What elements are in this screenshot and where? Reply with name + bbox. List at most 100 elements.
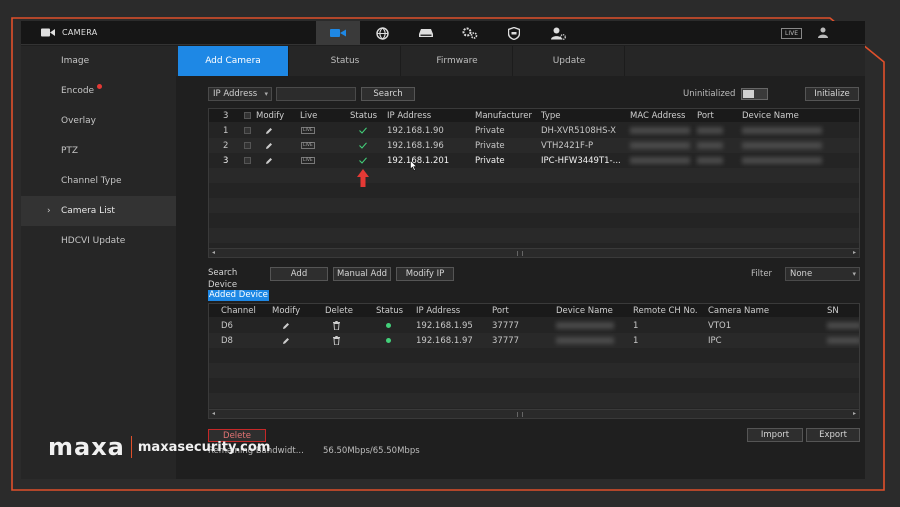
col-device-name: Device Name (556, 306, 613, 316)
live-preview-button[interactable]: LIVE (301, 142, 315, 149)
search-button[interactable]: Search (361, 87, 415, 101)
col-modify: Modify (256, 111, 285, 121)
ip-address: 192.168.1.97 (416, 336, 473, 346)
scroll-left-icon[interactable]: ◂ (212, 249, 215, 257)
table-row[interactable]: 3 LIVE 192.168.1.201 Private IPC-HFW3449… (209, 153, 859, 168)
col-device-name: Device Name (742, 111, 799, 121)
tab-update[interactable]: Update (514, 46, 625, 76)
sidebar-item-hdcvi-update[interactable]: HDCVI Update (21, 226, 176, 256)
scroll-thumb[interactable] (517, 251, 523, 256)
sidebar-item-ptz[interactable]: PTZ (21, 136, 176, 166)
sidebar-item-label: Overlay (61, 116, 96, 126)
select-all-checkbox[interactable] (244, 112, 251, 119)
found-devices-table: 3 Modify Live Status IP Address Manufact… (208, 108, 860, 258)
security-shield-icon[interactable] (492, 21, 536, 45)
empty-row (209, 363, 859, 378)
filter-value: None (790, 269, 813, 279)
result-count: 3 (223, 111, 229, 121)
account-icon[interactable] (536, 21, 580, 45)
system-settings-icon[interactable] (448, 21, 492, 45)
sidebar-item-camera-list[interactable]: › Camera List (21, 196, 176, 226)
table-row[interactable]: 2 LIVE 192.168.1.96 Private VTH2421F-P (209, 138, 859, 153)
table-row[interactable]: D8 192.168.1.97 37777 1 IPC (209, 333, 859, 348)
scroll-right-icon[interactable]: ▸ (853, 410, 856, 418)
sidebar-item-label: Encode (61, 86, 95, 96)
filter-select[interactable]: None ▾ (785, 267, 860, 281)
uninitialized-toggle[interactable] (741, 88, 768, 100)
import-button[interactable]: Import (747, 428, 803, 442)
tab-firmware[interactable]: Firmware (402, 46, 513, 76)
device-type: IPC-HFW3449T1-... (541, 156, 621, 166)
live-preview-button[interactable]: LIVE (301, 157, 315, 164)
uninitialized-label: Uninitialized (683, 89, 736, 99)
table-row[interactable]: D6 192.168.1.95 37777 1 VTO1 (209, 318, 859, 333)
edit-pencil-icon[interactable] (265, 127, 273, 135)
scroll-thumb[interactable] (517, 412, 523, 417)
tab-bar: Add Camera Status Firmware Update (176, 46, 865, 76)
search-input[interactable] (276, 87, 356, 101)
live-preview-button[interactable]: LIVE (301, 127, 315, 134)
trash-icon[interactable] (333, 336, 340, 345)
chevron-down-icon: ▾ (852, 270, 856, 278)
search-protocol-select[interactable]: IP Address ▾ (208, 87, 272, 101)
user-icon[interactable] (818, 27, 828, 38)
tab-status[interactable]: Status (290, 46, 401, 76)
redacted-port (697, 127, 723, 134)
tab-add-camera[interactable]: Add Camera (178, 46, 289, 76)
table-row[interactable]: 1 LIVE 192.168.1.90 Private DH-XVR5108HS… (209, 123, 859, 138)
redacted-device-name (556, 322, 614, 329)
sidebar-item-overlay[interactable]: Overlay (21, 106, 176, 136)
empty-row (209, 228, 859, 243)
edit-pencil-icon[interactable] (282, 337, 290, 345)
camera-name: IPC (708, 336, 722, 346)
add-button[interactable]: Add (270, 267, 328, 281)
manufacturer: Private (475, 141, 505, 151)
sidebar-item-encode[interactable]: Encode (21, 76, 176, 106)
sidebar-item-label: Image (61, 56, 90, 66)
red-arrow-annotation-icon (357, 169, 369, 187)
sidebar: Image Encode Overlay PTZ Channel Type › C… (21, 46, 176, 479)
modify-ip-button[interactable]: Modify IP (396, 267, 454, 281)
port: 37777 (492, 336, 520, 346)
storage-icon[interactable] (404, 21, 448, 45)
remaining-bandwidth-value: 56.50Mbps/65.50Mbps (323, 446, 420, 456)
table-header: 3 Modify Live Status IP Address Manufact… (209, 109, 859, 122)
row-checkbox[interactable] (244, 142, 251, 149)
device-type: VTH2421F-P (541, 141, 594, 151)
row-number: 2 (223, 141, 229, 151)
export-button[interactable]: Export (806, 428, 860, 442)
col-sn: SN (827, 306, 839, 316)
edit-pencil-icon[interactable] (265, 142, 273, 150)
row-checkbox[interactable] (244, 127, 251, 134)
horizontal-scrollbar[interactable]: ◂ ▸ (209, 409, 859, 418)
ip-address: 192.168.1.96 (387, 141, 444, 151)
initialize-button[interactable]: Initialize (805, 87, 859, 101)
manual-add-button[interactable]: Manual Add (333, 267, 391, 281)
port: 37777 (492, 321, 520, 331)
check-icon (359, 142, 367, 149)
edit-pencil-icon[interactable] (282, 322, 290, 330)
row-checkbox[interactable] (244, 157, 251, 164)
redacted-sn (827, 322, 859, 329)
live-view-button[interactable]: LIVE (781, 28, 803, 39)
trash-icon[interactable] (333, 321, 340, 330)
device-type: DH-XVR5108HS-X (541, 126, 617, 136)
sidebar-item-image[interactable]: Image (21, 46, 176, 76)
online-status-icon (386, 323, 391, 328)
horizontal-scrollbar[interactable]: ◂ ▸ (209, 248, 859, 257)
top-bar: CAMERA LIVE (21, 21, 865, 45)
edit-pencil-icon[interactable] (265, 157, 273, 165)
col-ip-address: IP Address (416, 306, 461, 316)
manufacturer: Private (475, 156, 505, 166)
camera-icon[interactable] (316, 21, 360, 45)
app-title: CAMERA (62, 28, 98, 37)
scroll-right-icon[interactable]: ▸ (853, 249, 856, 257)
network-icon[interactable] (360, 21, 404, 45)
online-status-icon (386, 338, 391, 343)
col-manufacturer: Manufacturer (475, 111, 532, 121)
search-device-button[interactable]: Search Device (208, 267, 268, 290)
col-ip-address: IP Address (387, 111, 432, 121)
sidebar-item-channel-type[interactable]: Channel Type (21, 166, 176, 196)
scroll-left-icon[interactable]: ◂ (212, 410, 215, 418)
chevron-right-icon: › (47, 206, 51, 216)
